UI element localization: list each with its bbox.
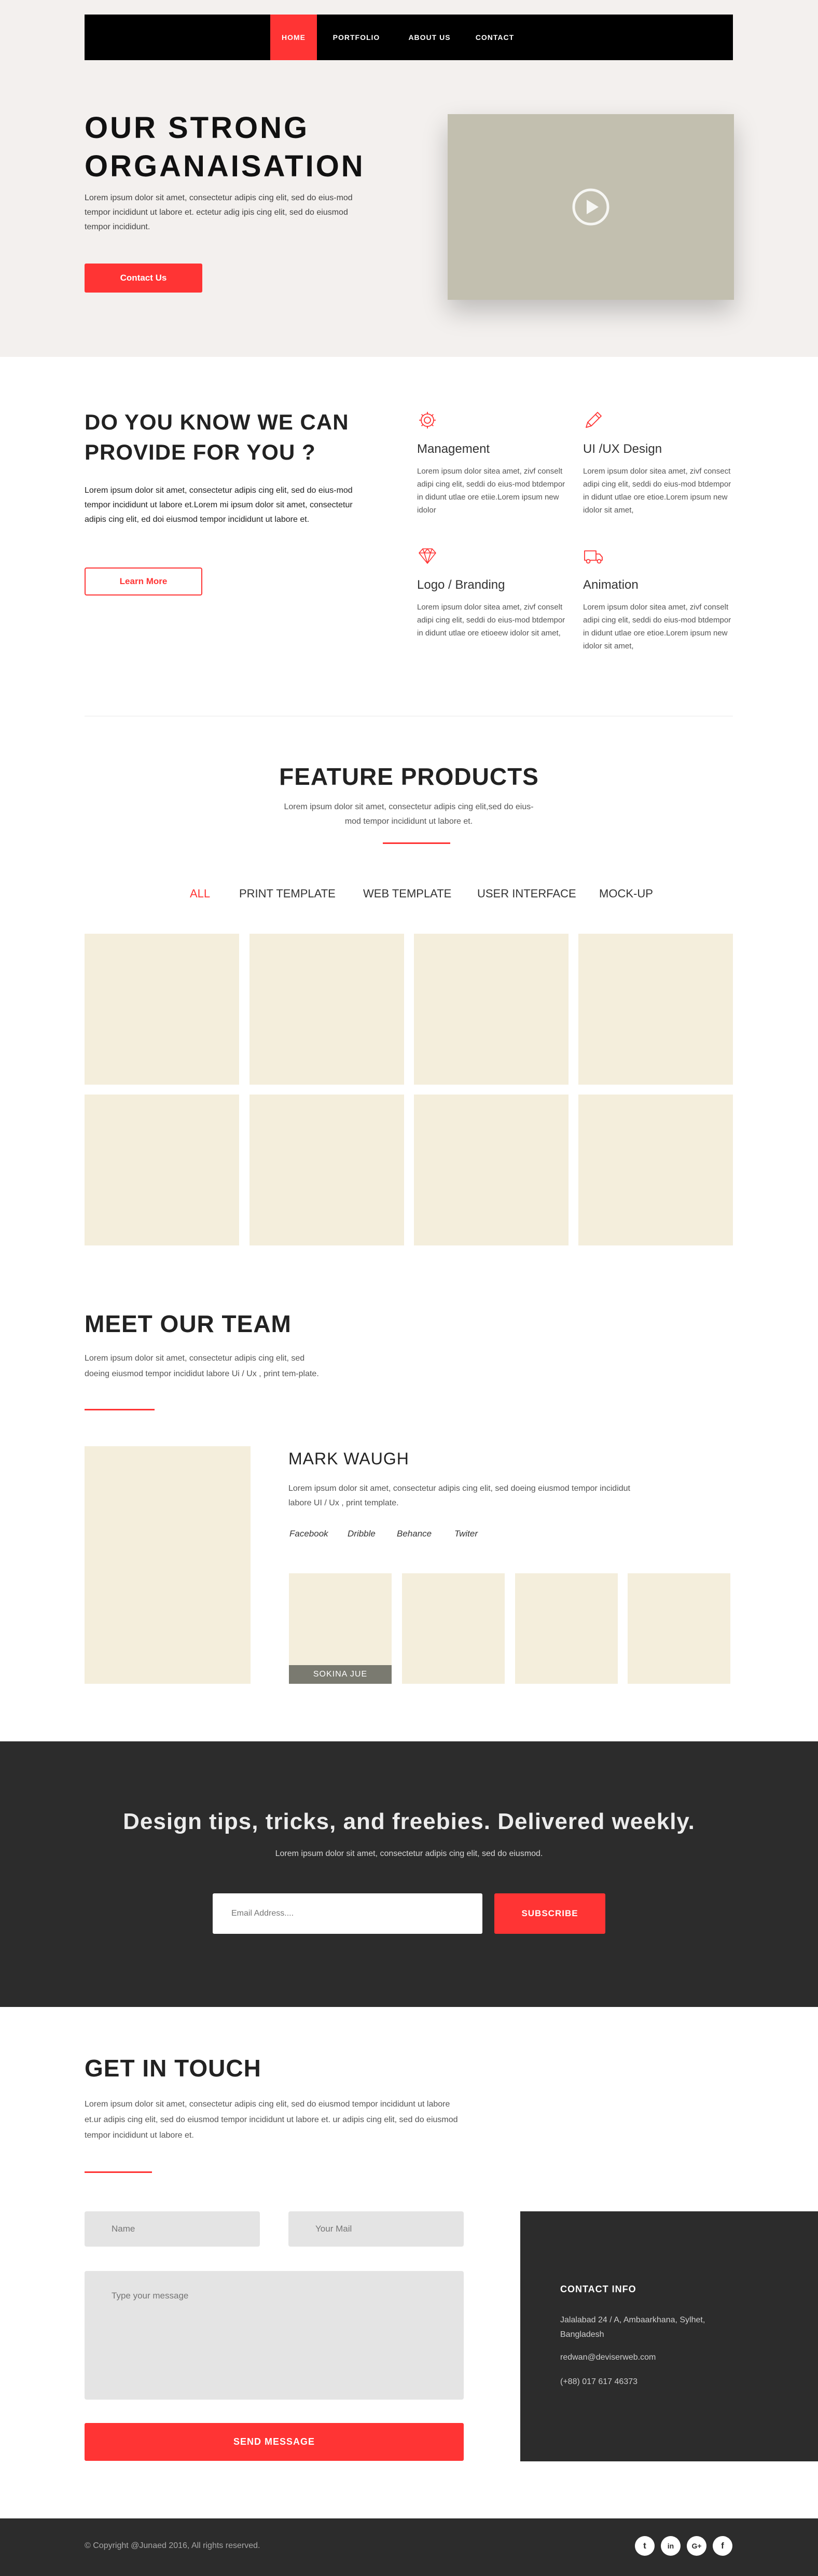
team-member-thumb[interactable]: SOKINA JUE (289, 1573, 392, 1684)
message-field[interactable] (85, 2271, 464, 2400)
contact-us-button[interactable]: Contact Us (85, 264, 202, 293)
truck-icon (584, 550, 603, 564)
filter-print-template[interactable]: PRINT TEMPLATE (239, 887, 336, 901)
hero-title: OUR STRONG ORGANAISATION (85, 109, 458, 186)
send-message-button[interactable]: SEND MESSAGE (85, 2423, 464, 2461)
product-tile[interactable] (578, 1095, 733, 1245)
filter-mock-up[interactable]: MOCK-UP (599, 887, 653, 901)
product-tile[interactable] (249, 1095, 404, 1245)
member-link-behance[interactable]: Behance (397, 1529, 432, 1539)
services-text: Lorem ipsum dolor sit amet, consectetur … (85, 486, 353, 524)
contact-text: Lorem ipsum dolor sit amet, consectetur … (85, 2100, 458, 2140)
linkedin-icon[interactable]: in (661, 2536, 681, 2556)
main-nav: HOME PORTFOLIO ABOUT US CONTACT (85, 15, 733, 60)
google-plus-icon[interactable]: G+ (687, 2536, 706, 2556)
contact-info-title: CONTACT INFO (560, 2284, 636, 2294)
service-name: UI /UX Design (583, 442, 662, 456)
member-link-facebook[interactable]: Facebook (289, 1529, 328, 1539)
team-member-thumb[interactable] (628, 1573, 730, 1684)
nav-item-portfolio[interactable]: PORTFOLIO (328, 15, 384, 60)
service-ui-ux-design: UI /UX Design Lorem ipsum dolor sitea am… (583, 410, 739, 539)
feature-products-title: FEATURE PRODUCTS (279, 763, 539, 790)
service-desc: Lorem ipsum dolor sitea amet, zivf conse… (583, 603, 731, 650)
newsletter-title: Design tips, tricks, and freebies. Deliv… (123, 1809, 695, 1834)
team-text: Lorem ipsum dolor sit amet, consectetur … (85, 1354, 319, 1378)
member-link-dribble[interactable]: Dribble (348, 1529, 376, 1539)
title-underline (85, 1409, 155, 1410)
product-tile[interactable] (85, 934, 239, 1085)
nav-item-contact[interactable]: CONTACT (471, 15, 519, 60)
newsletter-text: Lorem ipsum dolor sit amet, consectetur … (275, 1849, 543, 1858)
diamond-icon (419, 548, 436, 564)
product-tile[interactable] (414, 1095, 569, 1245)
copyright-text: © Copyright @Junaed 2016, All rights res… (85, 2541, 260, 2550)
filter-web-template[interactable]: WEB TEMPLATE (363, 887, 451, 901)
service-desc: Lorem ipsum dolor sitea amet, zivf conse… (583, 467, 731, 515)
service-name: Animation (583, 578, 639, 592)
title-underline (383, 842, 450, 844)
facebook-icon[interactable]: f (713, 2536, 732, 2556)
service-name: Logo / Branding (417, 578, 505, 592)
mail-field[interactable] (288, 2211, 464, 2247)
product-tile[interactable] (414, 934, 569, 1085)
twitter-icon[interactable]: t (635, 2536, 655, 2556)
service-animation: Animation Lorem ipsum dolor sitea amet, … (583, 546, 739, 675)
newsletter-section: Design tips, tricks, and freebies. Deliv… (0, 1741, 818, 2007)
contact-address: Jalalabad 24 / A, Ambaarkhana, Sylhet, B… (560, 2316, 705, 2339)
service-desc: Lorem ipsum dolor sitea amet, zivf conse… (417, 467, 565, 515)
learn-more-button[interactable]: Learn More (85, 567, 202, 595)
contact-email[interactable]: redwan@deviserweb.com (560, 2350, 731, 2365)
hero-section: HOME PORTFOLIO ABOUT US CONTACT OUR STRO… (0, 0, 818, 357)
gear-icon (419, 412, 436, 428)
email-field[interactable] (213, 1893, 482, 1934)
service-management: Management Lorem ipsum dolor sitea amet,… (417, 410, 573, 539)
contact-title: GET IN TOUCH (85, 2055, 261, 2082)
hero-title-line2: ORGANAISATION (85, 149, 365, 183)
thumb-label: SOKINA JUE (289, 1665, 392, 1684)
member-name: MARK WAUGH (288, 1449, 409, 1468)
team-member-thumb[interactable] (402, 1573, 505, 1684)
hero-text: Lorem ipsum dolor sit amet, consectetur … (85, 193, 353, 231)
contact-phone: (+88) 017 617 46373 (560, 2377, 638, 2386)
title-underline (85, 2171, 152, 2173)
nav-item-about-us[interactable]: ABOUT US (403, 15, 456, 60)
service-desc: Lorem ipsum dolor sitea amet, zivf conse… (417, 603, 565, 638)
member-text: Lorem ipsum dolor sit amet, consectetur … (288, 1484, 630, 1507)
member-link-twiter[interactable]: Twiter (454, 1529, 478, 1539)
feature-products-text: Lorem ipsum dolor sit amet, consectetur … (284, 802, 534, 826)
member-photo (85, 1446, 251, 1684)
filter-user-interface[interactable]: USER INTERFACE (477, 887, 576, 901)
product-tile[interactable] (249, 934, 404, 1085)
service-name: Management (417, 442, 490, 456)
services-title: DO YOU KNOW WE CAN PROVIDE FOR YOU ? (85, 410, 349, 464)
team-member-thumb[interactable] (515, 1573, 618, 1684)
name-field[interactable] (85, 2211, 260, 2247)
play-icon[interactable] (571, 187, 611, 227)
subscribe-button[interactable]: SUBSCRIBE (494, 1893, 605, 1934)
pencil-icon (586, 412, 602, 428)
service-logo-branding: Logo / Branding Lorem ipsum dolor sitea … (417, 546, 573, 675)
hero-title-line1: OUR STRONG (85, 111, 310, 145)
product-tile[interactable] (85, 1095, 239, 1245)
filter-all[interactable]: ALL (190, 887, 210, 901)
video-thumbnail[interactable] (448, 114, 734, 300)
team-title: MEET OUR TEAM (85, 1310, 292, 1337)
contact-info-box: CONTACT INFO Jalalabad 24 / A, Ambaarkha… (520, 2211, 818, 2461)
nav-item-home[interactable]: HOME (270, 15, 317, 60)
product-tile[interactable] (578, 934, 733, 1085)
footer: © Copyright @Junaed 2016, All rights res… (0, 2518, 818, 2576)
